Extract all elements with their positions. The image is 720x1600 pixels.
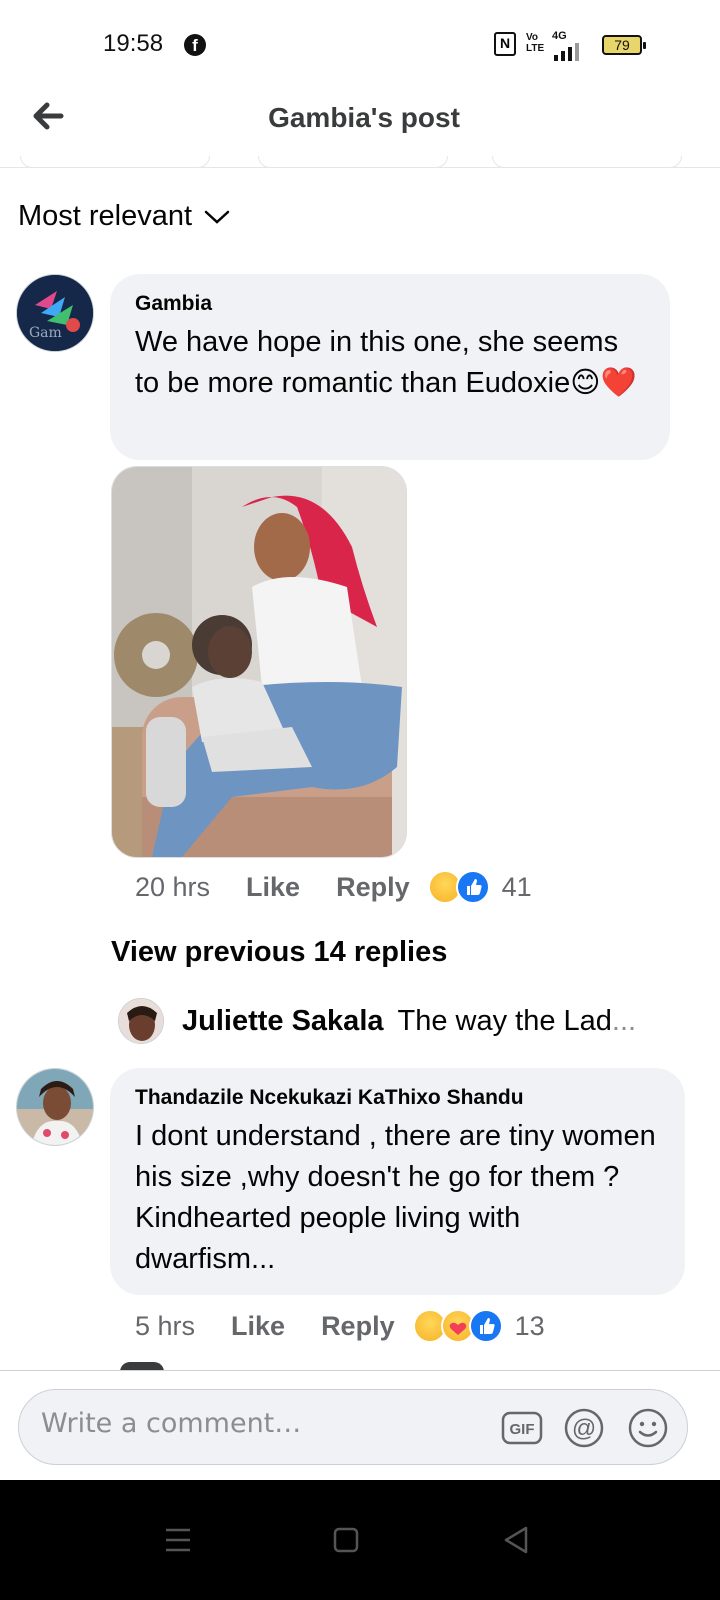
- user-photo-icon: [119, 999, 163, 1043]
- comment-bubble[interactable]: Gambia We have hope in this one, she see…: [110, 274, 670, 460]
- page-header: Gambia's post: [0, 90, 720, 168]
- home-icon[interactable]: [316, 1510, 376, 1570]
- comment-author[interactable]: Gambia: [135, 292, 646, 316]
- emoji-icon[interactable]: [627, 1407, 669, 1449]
- comment-input-box[interactable]: GIF @: [18, 1389, 688, 1465]
- status-time: 19:58: [103, 30, 164, 57]
- volte-indicator: Vo LTE: [526, 32, 545, 54]
- avatar[interactable]: Gam: [16, 274, 94, 352]
- avatar[interactable]: [118, 998, 164, 1044]
- like-reaction-icon: [455, 870, 490, 904]
- network-type: 4G: [552, 30, 567, 42]
- view-previous-replies[interactable]: View previous 14 replies: [111, 936, 447, 969]
- nfc-icon: N: [494, 32, 516, 56]
- reactions[interactable]: [427, 870, 490, 904]
- reaction-count[interactable]: 41: [502, 872, 532, 903]
- like-reaction-icon: [468, 1309, 503, 1343]
- comment-composer: GIF @: [0, 1370, 720, 1480]
- battery-icon: 79: [602, 35, 646, 55]
- back-nav-icon[interactable]: [486, 1510, 546, 1570]
- svg-text:Gam: Gam: [29, 325, 62, 341]
- gambia-logo-icon: Gam: [17, 275, 93, 351]
- svg-text:@: @: [572, 1415, 596, 1442]
- reply-button[interactable]: Reply: [321, 1311, 395, 1342]
- like-button[interactable]: Like: [246, 872, 300, 903]
- avatar[interactable]: [16, 1068, 94, 1146]
- status-bar: 19:58 f N Vo LTE 4G 79: [0, 0, 720, 90]
- comment-input[interactable]: [41, 1408, 481, 1439]
- reaction-count[interactable]: 13: [515, 1311, 545, 1342]
- mention-icon[interactable]: @: [563, 1407, 605, 1449]
- comment-text: I dont understand , there are tiny women…: [135, 1120, 656, 1275]
- svg-text:GIF: GIF: [510, 1421, 535, 1438]
- comment-photo[interactable]: [111, 466, 407, 858]
- comment-bubble[interactable]: Thandazile Ncekukazi KaThixo Shandu I do…: [110, 1068, 685, 1295]
- system-nav-bar: [0, 1480, 720, 1600]
- photo-image: [112, 467, 406, 857]
- comment-author[interactable]: Thandazile Ncekukazi KaThixo Shandu: [135, 1086, 661, 1110]
- like-button[interactable]: Like: [231, 1311, 285, 1342]
- comment-timestamp[interactable]: 5 hrs: [135, 1311, 195, 1342]
- facebook-notification-icon: f: [184, 34, 206, 56]
- sort-label: Most relevant: [18, 200, 193, 232]
- comment-timestamp[interactable]: 20 hrs: [135, 872, 210, 903]
- gif-icon[interactable]: GIF: [501, 1407, 543, 1449]
- menu-icon[interactable]: [148, 1510, 208, 1570]
- sort-dropdown[interactable]: Most relevant: [18, 200, 230, 233]
- user-photo-icon: [17, 1069, 93, 1145]
- reactions[interactable]: [412, 1309, 503, 1343]
- tab-pill[interactable]: [492, 156, 682, 168]
- comment-actions: 5 hrs Like Reply 13: [135, 1309, 545, 1343]
- comment-actions: 20 hrs Like Reply 41: [135, 870, 532, 904]
- signal-icon: 4G: [552, 30, 579, 61]
- comment-text: We have hope in this one, she seems to b…: [135, 326, 637, 399]
- reply-author[interactable]: Juliette Sakala: [182, 1005, 384, 1038]
- reply-preview[interactable]: Juliette Sakala The way the Lad: [118, 998, 678, 1044]
- reply-button[interactable]: Reply: [336, 872, 410, 903]
- tab-pill[interactable]: [20, 156, 210, 168]
- tab-pill[interactable]: [258, 156, 448, 168]
- chevron-down-icon: [204, 210, 230, 224]
- reply-text: The way the Lad: [398, 1005, 637, 1038]
- page-title: Gambia's post: [268, 102, 460, 133]
